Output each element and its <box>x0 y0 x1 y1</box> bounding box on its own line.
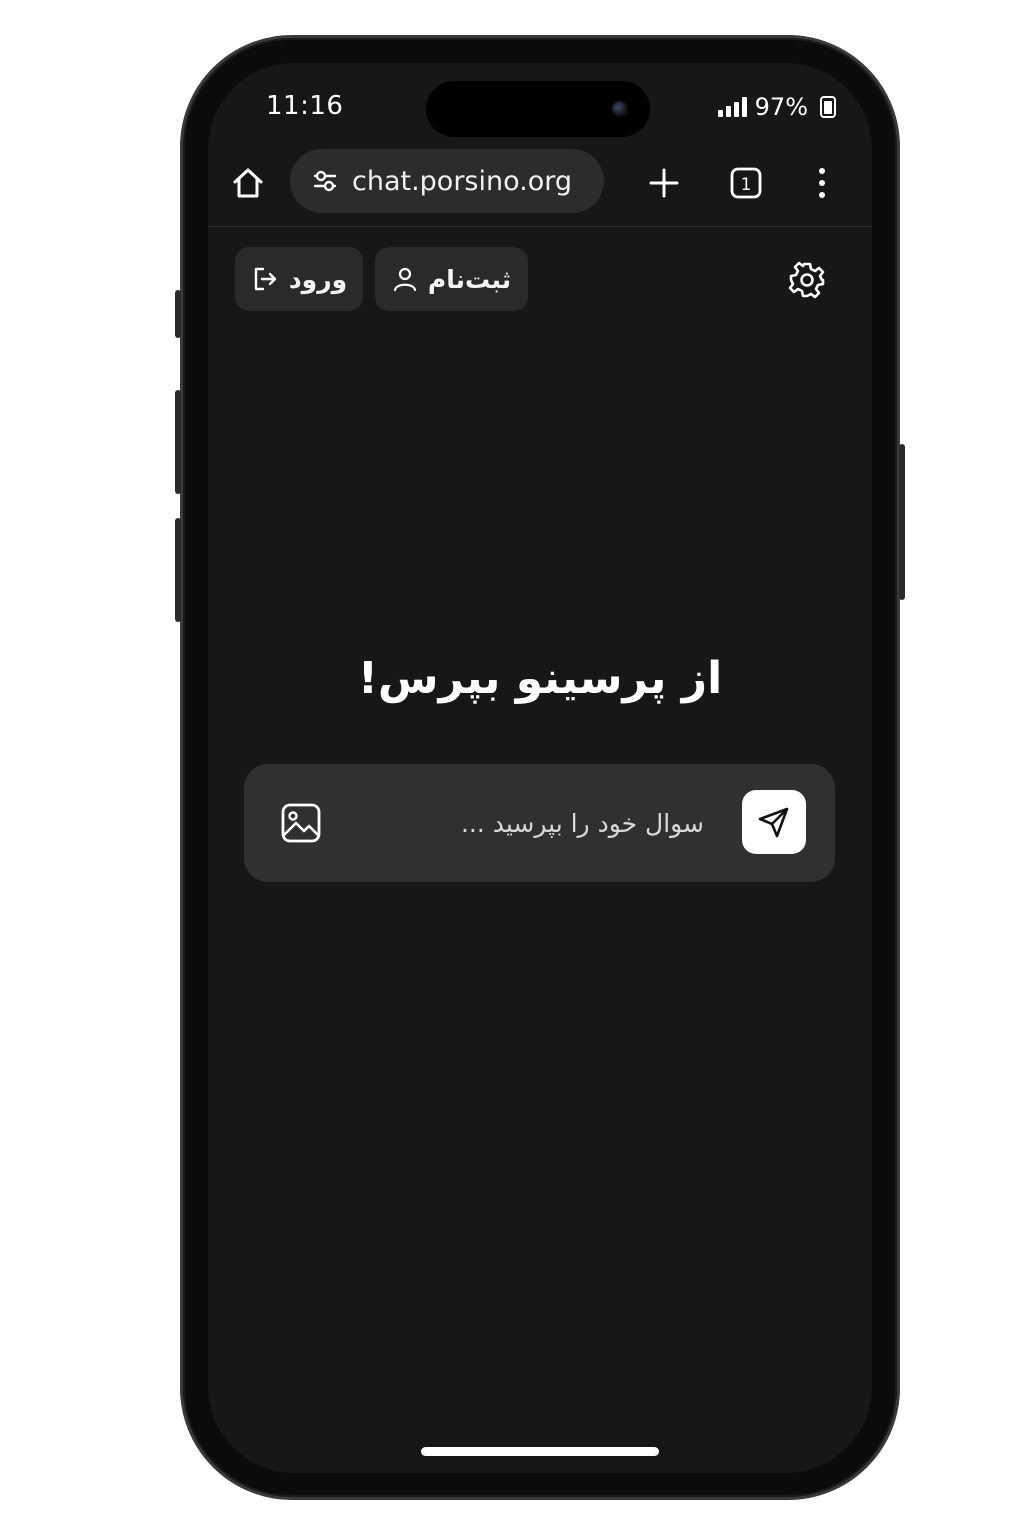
chat-composer <box>244 764 835 882</box>
page-title: از پرسینو بپرس! <box>357 653 723 704</box>
site-settings-icon[interactable] <box>312 168 338 194</box>
battery-icon <box>820 96 836 118</box>
status-bar: 11:16 97% <box>208 63 872 147</box>
signal-icon <box>717 97 747 117</box>
chat-input[interactable] <box>384 798 704 848</box>
menu-icon[interactable] <box>804 165 840 201</box>
dynamic-island <box>426 81 650 137</box>
signup-button[interactable]: ثبت‌نام <box>375 247 528 311</box>
home-icon[interactable] <box>230 165 266 201</box>
send-button[interactable] <box>742 790 806 854</box>
gear-icon[interactable] <box>788 261 826 299</box>
tabs-button[interactable]: 1 <box>728 165 764 201</box>
plus-icon[interactable] <box>646 165 682 201</box>
address-bar[interactable]: chat.porsino.org <box>290 149 604 213</box>
url-text: chat.porsino.org <box>352 165 573 197</box>
volume-up-button <box>175 390 181 494</box>
user-icon <box>393 267 417 292</box>
home-indicator[interactable] <box>421 1447 659 1456</box>
login-button[interactable]: ورود <box>235 247 363 311</box>
signup-label: ثبت‌نام <box>427 264 512 294</box>
image-icon <box>281 803 321 843</box>
send-icon <box>758 807 789 838</box>
tabs-icon: 1 <box>730 167 762 199</box>
volume-down-button <box>175 518 181 622</box>
camera-icon <box>612 101 628 117</box>
battery-percent: 97% <box>754 93 808 121</box>
image-upload-button[interactable] <box>280 802 322 844</box>
tab-count: 1 <box>741 175 752 195</box>
browser-toolbar: chat.porsino.org 1 <box>208 147 872 227</box>
power-button <box>899 444 905 600</box>
login-label: ورود <box>288 264 348 294</box>
status-indicators: 97% <box>717 93 836 121</box>
login-icon <box>254 267 277 291</box>
status-time: 11:16 <box>266 91 344 121</box>
screen: 11:16 97% chat.porsino.org <box>208 63 872 1473</box>
action-button <box>175 290 181 338</box>
